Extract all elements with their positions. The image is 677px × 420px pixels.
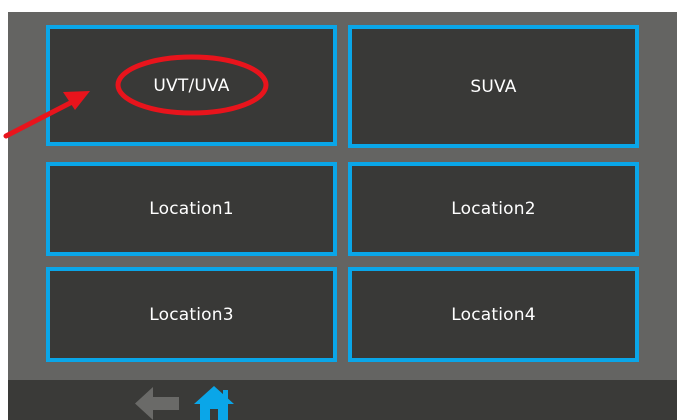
tile-location4[interactable]: Location4 [348, 267, 639, 362]
tile-label: Location2 [451, 199, 536, 219]
tile-uvt-uva[interactable]: UVT/UVA [46, 25, 337, 146]
tile-label: UVT/UVA [153, 75, 230, 96]
tile-label: Location3 [149, 304, 234, 325]
tile-label: SUVA [470, 76, 517, 97]
tile-location2[interactable]: Location2 [348, 162, 639, 256]
tile-location1[interactable]: Location1 [46, 162, 337, 256]
home-icon[interactable] [192, 384, 236, 420]
tile-suva[interactable]: SUVA [348, 25, 639, 148]
bottom-navigation-bar [8, 380, 677, 420]
tile-location3[interactable]: Location3 [46, 267, 337, 362]
tile-label: Location4 [451, 304, 536, 325]
tile-label: Location1 [149, 199, 234, 219]
back-arrow-icon[interactable] [135, 387, 179, 420]
